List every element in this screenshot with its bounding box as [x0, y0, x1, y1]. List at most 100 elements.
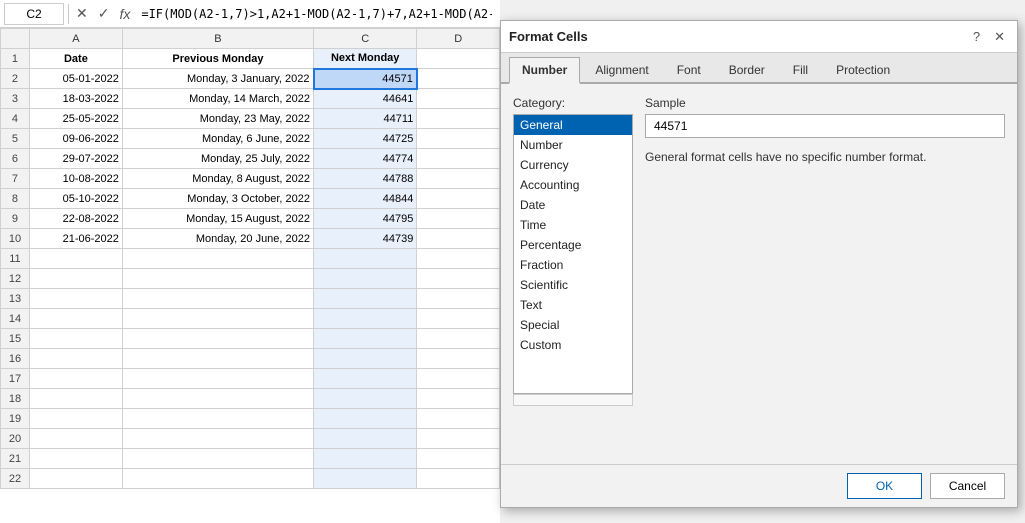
tab-alignment[interactable]: Alignment [582, 57, 661, 82]
tab-protection[interactable]: Protection [823, 57, 903, 82]
cell-c9[interactable]: 44795 [314, 209, 417, 229]
cell-c10[interactable]: 44739 [314, 229, 417, 249]
row-number: 8 [1, 189, 30, 209]
cell-d1[interactable] [417, 49, 500, 69]
category-label: Category: [513, 96, 633, 110]
tab-border[interactable]: Border [716, 57, 778, 82]
cell-b4[interactable]: Monday, 23 May, 2022 [122, 109, 313, 129]
table-row: 12 [1, 269, 500, 289]
category-item-general[interactable]: General [514, 115, 632, 135]
table-row: 5 09-06-2022 Monday, 6 June, 2022 44725 [1, 129, 500, 149]
table-row: 18 [1, 389, 500, 409]
cancel-button[interactable]: Cancel [930, 473, 1005, 499]
ok-button[interactable]: OK [847, 473, 922, 499]
table-row: 9 22-08-2022 Monday, 15 August, 2022 447… [1, 209, 500, 229]
cell-a2[interactable]: 05-01-2022 [29, 69, 122, 89]
category-scrollbar[interactable] [513, 394, 633, 406]
cell-b3[interactable]: Monday, 14 March, 2022 [122, 89, 313, 109]
confirm-formula-btn[interactable]: ✓ [95, 5, 113, 22]
cell-d10[interactable] [417, 229, 500, 249]
col-header-a[interactable]: A [29, 29, 122, 49]
category-item-date[interactable]: Date [514, 195, 632, 215]
cell-d6[interactable] [417, 149, 500, 169]
cell-d2[interactable] [417, 69, 500, 89]
cell-a4[interactable]: 25-05-2022 [29, 109, 122, 129]
category-item-number[interactable]: Number [514, 135, 632, 155]
table-row: 11 [1, 249, 500, 269]
category-item-scientific[interactable]: Scientific [514, 275, 632, 295]
col-header-b[interactable]: B [122, 29, 313, 49]
cell-reference-box[interactable]: C2 [4, 3, 64, 25]
category-item-special[interactable]: Special [514, 315, 632, 335]
cell-b10[interactable]: Monday, 20 June, 2022 [122, 229, 313, 249]
cell-c6[interactable]: 44774 [314, 149, 417, 169]
cell-c2[interactable]: 44571 [314, 69, 417, 89]
table-row: 7 10-08-2022 Monday, 8 August, 2022 4478… [1, 169, 500, 189]
cell-a9[interactable]: 22-08-2022 [29, 209, 122, 229]
formula-bar-divider [68, 4, 69, 24]
category-list[interactable]: General Number Currency Accounting Date … [513, 114, 633, 394]
table-row: 17 [1, 369, 500, 389]
dialog-titlebar: Format Cells ? ✕ [501, 21, 1017, 53]
cell-d7[interactable] [417, 169, 500, 189]
tab-font[interactable]: Font [664, 57, 714, 82]
dialog-close-button[interactable]: ✕ [990, 29, 1009, 45]
cell-b7[interactable]: Monday, 8 August, 2022 [122, 169, 313, 189]
sample-label: Sample [645, 96, 1005, 110]
cell-c8[interactable]: 44844 [314, 189, 417, 209]
cell-a6[interactable]: 29-07-2022 [29, 149, 122, 169]
category-section: Category: General Number Currency Accoun… [513, 96, 633, 452]
cell-d4[interactable] [417, 109, 500, 129]
insert-function-btn[interactable]: fx [116, 6, 133, 22]
description-text: General format cells have no specific nu… [645, 150, 1005, 164]
table-row: 10 21-06-2022 Monday, 20 June, 2022 4473… [1, 229, 500, 249]
cell-b9[interactable]: Monday, 15 August, 2022 [122, 209, 313, 229]
cell-d5[interactable] [417, 129, 500, 149]
cell-d3[interactable] [417, 89, 500, 109]
cell-c5[interactable]: 44725 [314, 129, 417, 149]
cell-c1[interactable]: Next Monday [314, 49, 417, 69]
row-number: 3 [1, 89, 30, 109]
cell-c7[interactable]: 44788 [314, 169, 417, 189]
dialog-help-button[interactable]: ? [969, 29, 984, 44]
dialog-footer: OK Cancel [501, 464, 1017, 507]
row-number: 9 [1, 209, 30, 229]
category-item-currency[interactable]: Currency [514, 155, 632, 175]
category-item-text[interactable]: Text [514, 295, 632, 315]
cancel-formula-btn[interactable]: ✕ [73, 5, 91, 22]
cell-b1[interactable]: Previous Monday [122, 49, 313, 69]
category-item-accounting[interactable]: Accounting [514, 175, 632, 195]
cell-b6[interactable]: Monday, 25 July, 2022 [122, 149, 313, 169]
cell-a5[interactable]: 09-06-2022 [29, 129, 122, 149]
tab-fill[interactable]: Fill [780, 57, 821, 82]
category-item-fraction[interactable]: Fraction [514, 255, 632, 275]
cell-d8[interactable] [417, 189, 500, 209]
right-panel: Sample 44571 General format cells have n… [645, 96, 1005, 452]
tab-number[interactable]: Number [509, 57, 580, 84]
formula-input[interactable]: =IF(MOD(A2-1,7)>1,A2+1-MOD(A2-1,7)+7,A2+… [137, 3, 496, 25]
spreadsheet-grid: A B C D 1 Date Previous Monday Next Mond… [0, 28, 500, 489]
category-item-percentage[interactable]: Percentage [514, 235, 632, 255]
cell-a8[interactable]: 05-10-2022 [29, 189, 122, 209]
format-cells-dialog: Format Cells ? ✕ Number Alignment Font B… [500, 20, 1018, 508]
corner-header [1, 29, 30, 49]
cell-a3[interactable]: 18-03-2022 [29, 89, 122, 109]
table-row: 21 [1, 449, 500, 469]
col-header-c[interactable]: C [314, 29, 417, 49]
cell-a7[interactable]: 10-08-2022 [29, 169, 122, 189]
cell-b8[interactable]: Monday, 3 October, 2022 [122, 189, 313, 209]
table-row: 2 05-01-2022 Monday, 3 January, 2022 445… [1, 69, 500, 89]
cell-a10[interactable]: 21-06-2022 [29, 229, 122, 249]
cell-d9[interactable] [417, 209, 500, 229]
row-number: 1 [1, 49, 30, 69]
cell-b5[interactable]: Monday, 6 June, 2022 [122, 129, 313, 149]
grid-wrapper: A B C D 1 Date Previous Monday Next Mond… [0, 28, 500, 523]
cell-c4[interactable]: 44711 [314, 109, 417, 129]
category-item-time[interactable]: Time [514, 215, 632, 235]
col-header-d[interactable]: D [417, 29, 500, 49]
cell-b2[interactable]: Monday, 3 January, 2022 [122, 69, 313, 89]
row-number: 10 [1, 229, 30, 249]
category-item-custom[interactable]: Custom [514, 335, 632, 355]
cell-c3[interactable]: 44641 [314, 89, 417, 109]
cell-a1[interactable]: Date [29, 49, 122, 69]
